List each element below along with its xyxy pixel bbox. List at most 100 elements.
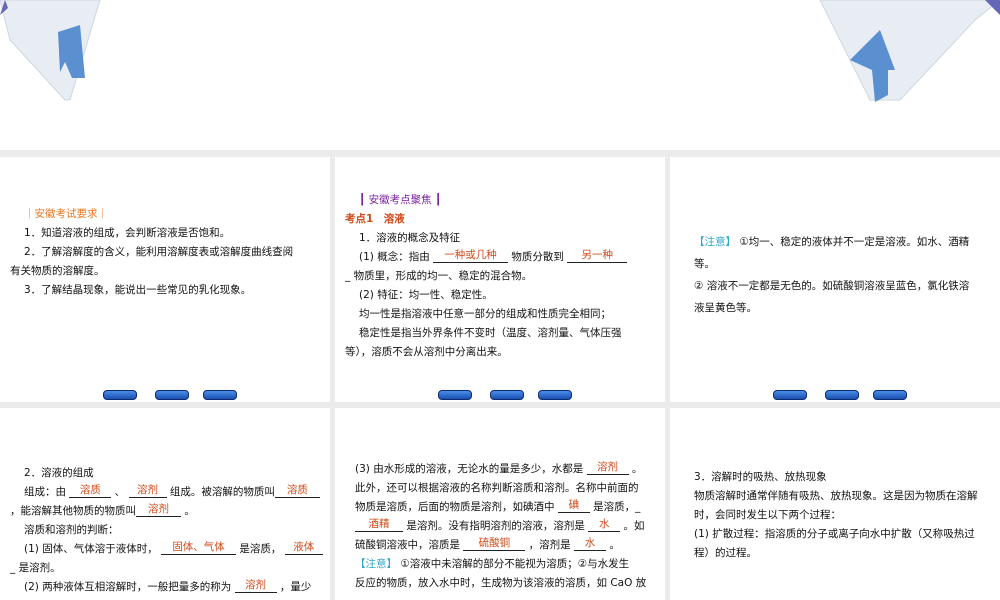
- note-label: 【注意】: [694, 236, 736, 248]
- text: 物质是溶质，后面的物质是溶剂，如碘酒中: [355, 501, 558, 513]
- slide-thumbnail-2[interactable]: ┃ 安徽考点聚焦 ┃ 考点1 溶液 1．溶液的概念及特征 (1) 概念：指由 一种或几…: [335, 157, 665, 402]
- text: 程）的过程。: [694, 547, 757, 559]
- slide-text-line: ② 溶液不一定都是无色的。如硫酸铜溶液呈蓝色，氯化铁溶: [680, 275, 992, 297]
- slide-text-line: ｜安徽考试要求｜: [10, 205, 322, 224]
- fill-blank-answer: 水: [574, 537, 607, 551]
- slide-text-line: 【注意】 ①溶液中未溶解的部分不能视为溶质；②与水发生: [341, 555, 657, 574]
- fill-blank-answer: 水: [588, 518, 621, 532]
- text: 等。: [694, 258, 715, 270]
- text: 。: [628, 463, 643, 475]
- text: ，量少: [276, 581, 312, 593]
- slide-text-line: 硫酸铜溶液中，溶质是 硫酸铜 ，溶剂是 水 。: [341, 536, 657, 555]
- slide-text-line: 物质是溶质，后面的物质是溶剂，如碘酒中 碘 是溶质，_: [341, 498, 657, 517]
- slide-text-line: 1．知道溶液的组成，会判断溶液是否饱和。: [10, 224, 322, 243]
- text: 物质分散到: [508, 251, 568, 263]
- slide-thumbnail-3[interactable]: 【注意】 ①均一、稳定的液体并不一定是溶液。如水、酒精等。 ② 溶液不一定都是无色…: [670, 157, 1000, 402]
- slide-text-line: 2．了解溶解度的含义，能利用溶解度表或溶解度曲线查阅: [10, 243, 322, 262]
- text: ，能溶解其他物质的物质叫: [10, 505, 136, 517]
- text: 物质溶解时通常伴随有吸热、放热现象。这是因为物质在溶解: [694, 490, 978, 502]
- slide-title-thumbnail[interactable]: [0, 0, 1000, 150]
- slide-text-line: 3．了解结晶现象，能说出一些常见的乳化现象。: [10, 281, 322, 300]
- fill-blank-answer: 固体、气体: [161, 541, 237, 555]
- text: 此外，还可以根据溶液的名称判断溶质和溶剂。名称中前面的: [355, 482, 639, 494]
- slide-text-line: _ 是溶剂。: [10, 559, 322, 578]
- text: 溶质和溶剂的判断：: [24, 524, 119, 536]
- slide-text-line: 组成：由 溶质 、 溶剂 组成。被溶解的物质叫 溶质: [10, 483, 322, 502]
- text: 液呈黄色等。: [694, 302, 757, 314]
- slide-text-line: 酒精 是溶剂。没有指明溶剂的溶液，溶剂是 水 。如: [341, 517, 657, 536]
- text: ，溶剂是: [525, 539, 575, 551]
- slide-thumbnail-1[interactable]: ｜安徽考试要求｜ 1．知道溶液的组成，会判断溶液是否饱和。 2．了解溶解度的含义，能…: [0, 157, 330, 402]
- fill-blank-answer: 碘: [557, 499, 590, 513]
- arrow-decoration-icon: [0, 0, 1000, 102]
- slide-text-line: 反应的物质，放入水中时，生成物为该溶液的溶质，如 CaO 放: [341, 574, 657, 593]
- slide-text-line: (1) 扩散过程：指溶质的分子或离子向水中扩散（又称吸热过: [680, 525, 992, 544]
- slide-text-line: (2) 两种液体互相溶解时，一般把量多的称为 溶剂 ，量少: [10, 578, 322, 597]
- text: 考点1 溶液: [345, 213, 405, 225]
- slide-text-line: 时，会同时发生以下两个过程：: [680, 506, 992, 525]
- text: 组成。被溶解的物质叫: [166, 486, 275, 498]
- text: 3．了解结晶现象，能说出一些常见的乳化现象。: [24, 284, 252, 296]
- text: (1) 概念：指由: [359, 251, 434, 263]
- text: ①溶液中未溶解的部分不能视为溶质；②与水发生: [397, 558, 630, 570]
- text: 反应的物质，放入水中时，生成物为该溶液的溶质，如 CaO 放: [355, 577, 647, 589]
- text: _ 是溶剂。: [10, 562, 61, 574]
- text: 。如: [620, 520, 645, 532]
- text: 组成：由: [24, 486, 70, 498]
- slide-thumbnail-5[interactable]: (3) 由水形成的溶液，无论水的量是多少，水都是 溶剂 。此外，还可以根据溶液的…: [335, 408, 665, 600]
- text: (1) 扩散过程：指溶质的分子或离子向水中扩散（又称吸热过: [694, 528, 975, 540]
- slide-thumbnail-4[interactable]: 2．溶液的组成 组成：由 溶质 、 溶剂 组成。被溶解的物质叫 溶质 ，能溶解其他物质…: [0, 408, 330, 600]
- text: 。: [181, 505, 195, 517]
- text: 硫酸铜溶液中，溶质是: [355, 539, 464, 551]
- text: 是溶质，: [236, 543, 285, 555]
- text: (1) 固体、气体溶于液体时，: [24, 543, 162, 555]
- text: 。: [606, 539, 620, 551]
- slide-text-line: 有关物质的溶解度。: [10, 262, 322, 281]
- slide-text-line: (1) 概念：指由 一种或几种 物质分散到 另一种: [345, 248, 657, 267]
- note-label: 【注意】: [355, 558, 397, 570]
- slide-text-line: 等），溶质不会从溶剂中分离出来。: [345, 343, 657, 362]
- text: ② 溶液不一定都是无色的。如硫酸铜溶液呈蓝色，氯化铁溶: [694, 280, 970, 292]
- slide-text-line: 液呈黄色等。: [680, 297, 992, 319]
- slide-text-line: 物质溶解时通常伴随有吸热、放热现象。这是因为物质在溶解: [680, 487, 992, 506]
- slide-text-line: 3．溶解时的吸热、放热现象: [680, 468, 992, 487]
- slide-text-line: 1．溶液的概念及特征: [345, 229, 657, 248]
- text: 稳定性是指当外界条件不变时（温度、溶剂量、气体压强: [359, 327, 622, 339]
- slide-text-line: 此外，还可以根据溶液的名称判断溶质和溶剂。名称中前面的: [341, 479, 657, 498]
- fill-blank-answer: 溶质: [69, 484, 112, 498]
- slide-text-line: (2) 特征：均一性、稳定性。: [345, 286, 657, 305]
- text: ｜安徽考试要求｜: [24, 208, 108, 220]
- slide-text-line: 程）的过程。: [680, 544, 992, 563]
- slide-text-line: 均一性是指溶液中任意一部分的组成和性质完全相同；: [345, 305, 657, 324]
- fill-blank-answer: 溶剂: [234, 579, 277, 593]
- text: 3．溶解时的吸热、放热现象: [694, 471, 827, 483]
- slide-text-line: 溶质和溶剂的判断：: [10, 521, 322, 540]
- text: 是溶质，_: [589, 501, 641, 513]
- text: 均一性是指溶液中任意一部分的组成和性质完全相同；: [359, 308, 611, 320]
- slide-text-line: 【注意】 ①均一、稳定的液体并不一定是溶液。如水、酒精: [680, 231, 992, 253]
- fill-blank-answer: 溶剂: [136, 503, 181, 517]
- fill-blank-answer: 溶剂: [128, 484, 167, 498]
- fill-blank-answer: 另一种: [567, 249, 628, 263]
- slide-text-line: 稳定性是指当外界条件不变时（温度、溶剂量、气体压强: [345, 324, 657, 343]
- text: 、: [111, 486, 129, 498]
- slide-text-line: ，能溶解其他物质的物质叫 溶剂 。: [10, 502, 322, 521]
- text: 2．溶液的组成: [24, 467, 94, 479]
- fill-blank-answer: 溶质: [274, 484, 320, 498]
- text: 等），溶质不会从溶剂中分离出来。: [345, 346, 508, 358]
- slide-thumbnail-6[interactable]: 3．溶解时的吸热、放热现象物质溶解时通常伴随有吸热、放热现象。这是因为物质在溶解…: [670, 408, 1000, 600]
- fill-blank-answer: 液体: [284, 541, 323, 555]
- text: 时，会同时发生以下两个过程：: [694, 509, 841, 521]
- slide-text-line: 等。: [680, 253, 992, 275]
- text: ┃ 安徽考点聚焦 ┃: [359, 194, 442, 206]
- fill-blank-answer: 酒精: [355, 518, 403, 532]
- slide-text-line: 考点1 溶液: [345, 210, 657, 229]
- slide-text-line: 2．溶液的组成: [10, 464, 322, 483]
- text: 1．知道溶液的组成，会判断溶液是否饱和。: [24, 227, 231, 239]
- slide-text-line: (1) 固体、气体溶于液体时， 固体、气体 是溶质， 液体: [10, 540, 323, 559]
- text: (2) 两种液体互相溶解时，一般把量多的称为: [24, 581, 235, 593]
- text: _ 物质里，形成的均一、稳定的混合物。: [345, 270, 533, 282]
- slide-text-line: (3) 由水形成的溶液，无论水的量是多少，水都是 溶剂 。: [341, 460, 657, 479]
- text: (2) 特征：均一性、稳定性。: [359, 289, 493, 301]
- text: 2．了解溶解度的含义，能利用溶解度表或溶解度曲线查阅: [24, 246, 294, 258]
